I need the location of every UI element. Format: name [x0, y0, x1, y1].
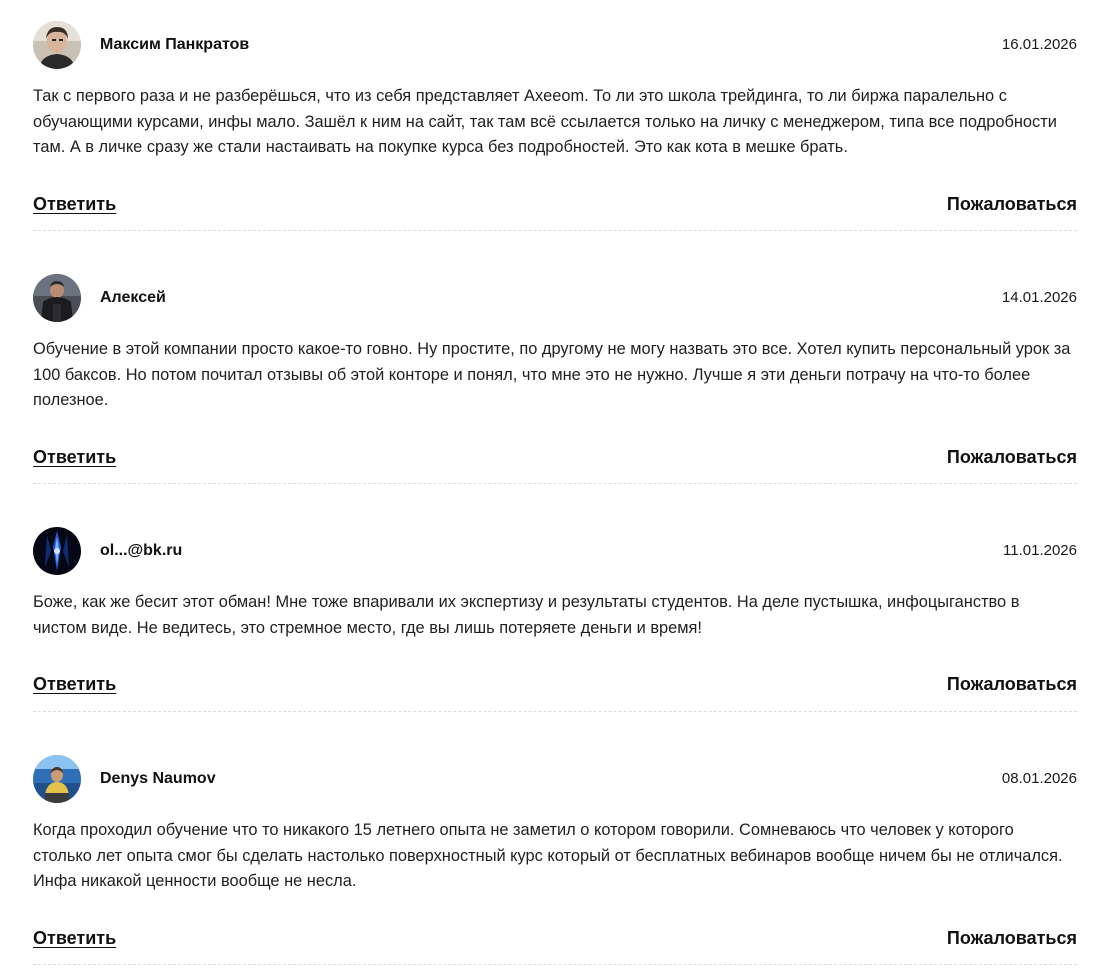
- reply-link[interactable]: Ответить: [33, 672, 116, 696]
- comment-text: Обучение в этой компании просто какое-то…: [33, 340, 1071, 409]
- user-photo-icon: [33, 21, 81, 69]
- comment-header: Алексей 14.01.2026: [33, 274, 1077, 322]
- comment-date: 11.01.2026: [1003, 542, 1077, 559]
- reply-link[interactable]: Ответить: [33, 445, 116, 469]
- comment-actions: Ответить Пожаловаться: [33, 926, 1077, 950]
- comment-item: Максим Панкратов 16.01.2026 Так с первог…: [33, 21, 1077, 216]
- comment-header: Максим Панкратов 16.01.2026: [33, 21, 1077, 69]
- comment-date: 08.01.2026: [1001, 770, 1077, 787]
- user-photo-icon: [33, 755, 81, 803]
- user-photo-icon: [33, 527, 81, 575]
- comment-text: Боже, как же бесит этот обман! Мне тоже …: [33, 593, 1020, 637]
- report-link[interactable]: Пожаловаться: [947, 445, 1077, 469]
- report-link[interactable]: Пожаловаться: [947, 672, 1077, 696]
- comment-divider: [33, 711, 1077, 712]
- comment-header: ol...@bk.ru 11.01.2026: [33, 527, 1077, 575]
- comment-text: Так с первого раза и не разберёшься, что…: [33, 87, 1057, 156]
- comment-author: Алексей: [100, 289, 166, 306]
- comment-actions: Ответить Пожаловаться: [33, 445, 1077, 469]
- comment-item: Алексей 14.01.2026 Обучение в этой компа…: [33, 274, 1077, 469]
- comment-author: ol...@bk.ru: [100, 542, 183, 559]
- comment-divider: [33, 230, 1077, 231]
- report-link[interactable]: Пожаловаться: [947, 926, 1077, 950]
- comment-item: Denys Naumov 08.01.2026 Когда проходил о…: [33, 755, 1077, 950]
- comment-date: 14.01.2026: [1001, 289, 1077, 306]
- reply-link[interactable]: Ответить: [33, 926, 116, 950]
- user-photo-icon: [33, 274, 81, 322]
- comment-actions: Ответить Пожаловаться: [33, 672, 1077, 696]
- comment-actions: Ответить Пожаловаться: [33, 192, 1077, 216]
- comment-divider: [33, 964, 1077, 965]
- comment-divider: [33, 483, 1077, 484]
- comment-author: Denys Naumov: [100, 770, 216, 787]
- reply-link[interactable]: Ответить: [33, 192, 116, 216]
- comment-author: Максим Панкратов: [100, 36, 250, 53]
- comment-text: Когда проходил обучение что то никакого …: [33, 821, 1063, 890]
- comment-date: 16.01.2026: [1001, 36, 1077, 53]
- comment-item: ol...@bk.ru 11.01.2026 Боже, как же беси…: [33, 527, 1077, 696]
- report-link[interactable]: Пожаловаться: [947, 192, 1077, 216]
- comment-header: Denys Naumov 08.01.2026: [33, 755, 1077, 803]
